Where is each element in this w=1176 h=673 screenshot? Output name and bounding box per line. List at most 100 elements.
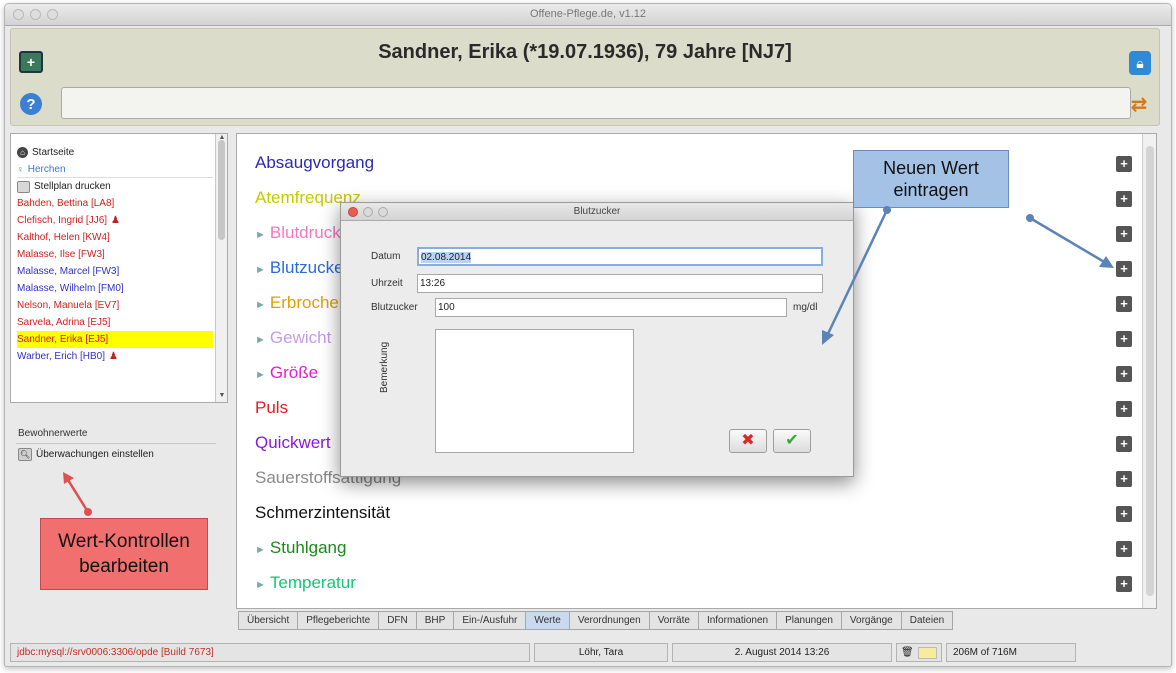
garbage-collect-button[interactable]: 🗑︎ (896, 643, 942, 662)
expand-icon[interactable]: ► (255, 334, 266, 346)
help-icon[interactable]: ? (20, 93, 42, 115)
tab-4[interactable]: Ein-/Ausfuhr (454, 611, 527, 630)
tab-8[interactable]: Informationen (698, 611, 778, 630)
expand-icon[interactable]: ► (255, 299, 266, 311)
station-item[interactable]: ♀ Herchen (17, 161, 213, 178)
expand-icon[interactable]: ► (255, 579, 266, 591)
callout-edit-controls: Wert-Kontrollen bearbeiten (40, 518, 208, 590)
tab-0[interactable]: Übersicht (238, 611, 299, 630)
window-title: Offene-Pflege.de, v1.12 (530, 8, 646, 20)
resident-list-item[interactable]: Clefisch, Ingrid [JJ6] ♟ (17, 212, 213, 229)
value-label: Puls (255, 398, 289, 417)
date-field[interactable]: 02.08.2014 (417, 247, 823, 266)
value-row[interactable]: ► Stuhlgang (255, 537, 401, 572)
lock-icon[interactable]: 🔒︎ (1129, 51, 1151, 75)
dialog-minimize-button[interactable] (363, 207, 373, 217)
value-label: Quickwert (255, 433, 331, 452)
unit-label: mg/dl (793, 302, 818, 313)
resident-list-item[interactable]: Malasse, Marcel [FW3] (17, 263, 213, 280)
add-value-button[interactable]: + (1116, 156, 1132, 172)
value-row[interactable]: Schmerzintensität (255, 502, 401, 537)
tab-6[interactable]: Verordnungen (569, 611, 650, 630)
tab-10[interactable]: Vorgänge (841, 611, 902, 630)
print-plan-label: Stellplan drucken (34, 181, 111, 192)
date-label: Datum (371, 251, 401, 262)
resident-list-item[interactable]: Nelson, Manuela [EV7] (17, 297, 213, 314)
tab-7[interactable]: Vorräte (649, 611, 699, 630)
time-field[interactable]: 13:26 (417, 274, 823, 293)
tab-1[interactable]: Pflegeberichte (298, 611, 380, 630)
add-value-button[interactable]: + (1116, 541, 1132, 557)
configure-monitoring-button[interactable]: 🔍︎ Überwachungen einstellen (18, 448, 154, 461)
module-tabs: Übersicht Pflegeberichte DFN BHP Ein-/Ausfuh… (238, 611, 954, 632)
blood-sugar-field[interactable]: 100 (435, 298, 787, 317)
resident-name: Malasse, Wilhelm [FM0] (17, 283, 124, 294)
cancel-button[interactable]: ✖ (729, 429, 767, 453)
add-value-button[interactable]: + (1116, 576, 1132, 592)
scroll-down-icon[interactable]: ▼ (216, 392, 228, 402)
values-scrollbar[interactable] (1142, 134, 1156, 608)
tab-3[interactable]: BHP (416, 611, 455, 630)
patient-name: Sandner, Erika (*19.07.1936), 79 Jahre [… (378, 41, 792, 63)
add-value-button[interactable]: + (1116, 296, 1132, 312)
add-value-button[interactable]: + (1116, 436, 1132, 452)
add-value-button[interactable]: + (1116, 226, 1132, 242)
cancel-icon: ✖ (741, 432, 755, 449)
callout-new-value-line2: eintragen (893, 180, 969, 200)
value-row[interactable]: Absaugvorgang (255, 152, 401, 187)
memory-bar (917, 646, 937, 659)
resident-name: Malasse, Marcel [FW3] (17, 266, 120, 277)
resident-name: Malasse, Ilse [FW3] (17, 249, 105, 260)
add-value-button[interactable]: + (1116, 506, 1132, 522)
resident-list-item[interactable]: Bahden, Bettina [LA8] (17, 195, 213, 212)
callout-edit-line2: bearbeiten (79, 556, 169, 577)
value-label: Absaugvorgang (255, 153, 375, 172)
expand-icon[interactable]: ► (255, 264, 266, 276)
resident-name: Warber, Erich [HB0] (17, 351, 105, 362)
db-connection-status: jdbc:mysql://srv0006:3306/opde [Build 76… (10, 643, 530, 662)
dialog-close-button[interactable] (348, 207, 358, 217)
remark-label: Bemerkung (379, 341, 390, 393)
sync-icon[interactable]: ⇄ (1127, 92, 1151, 116)
resident-list-scrollbar[interactable]: ▲ ▼ (215, 134, 227, 402)
tab-11[interactable]: Dateien (901, 611, 954, 630)
expand-icon[interactable]: ► (255, 544, 266, 556)
resident-name: Bahden, Bettina [LA8] (17, 198, 115, 209)
ok-button[interactable]: ✔ (773, 429, 811, 453)
scrollbar-thumb[interactable] (1146, 146, 1154, 596)
dialog-title: Blutzucker (341, 203, 853, 221)
tab-9[interactable]: Planungen (777, 611, 842, 630)
tab-2[interactable]: DFN (379, 611, 417, 630)
expand-icon[interactable]: ► (255, 229, 266, 241)
add-value-button[interactable]: + (1116, 331, 1132, 347)
resident-list-item[interactable]: Malasse, Ilse [FW3] (17, 246, 213, 263)
value-label: Stuhlgang (269, 538, 347, 557)
resident-list-item[interactable]: Malasse, Wilhelm [FM0] (17, 280, 213, 297)
add-value-button[interactable]: + (1116, 401, 1132, 417)
add-value-button[interactable]: + (1116, 261, 1132, 277)
expand-icon[interactable]: ► (255, 369, 266, 381)
resident-list-item[interactable]: Sarvela, Adrina [EJ5] (17, 314, 213, 331)
resident-list-item[interactable]: Warber, Erich [HB0] ♟ (17, 348, 213, 365)
home-link[interactable]: ⌂ Startseite (17, 144, 213, 161)
scrollbar-thumb[interactable] (218, 140, 225, 240)
value-row[interactable]: ► Temperatur (255, 572, 401, 607)
time-label: Uhrzeit (371, 278, 403, 289)
add-value-button[interactable]: + (1116, 191, 1132, 207)
value-label: Blutdruck (269, 223, 341, 242)
resident-name: Sarvela, Adrina [EJ5] (17, 317, 111, 328)
resident-list-item[interactable]: Sandner, Erika [EJ5] (17, 331, 213, 348)
tab-5[interactable]: Werte (526, 611, 570, 630)
print-plan-button[interactable]: Stellplan drucken (17, 178, 213, 195)
patient-header: + Sandner, Erika (*19.07.1936), 79 Jahre… (10, 28, 1160, 126)
resident-name: Sandner, Erika [EJ5] (17, 334, 109, 345)
search-input[interactable] (61, 87, 1131, 119)
dialog-zoom-button[interactable] (378, 207, 388, 217)
resident-list-item[interactable]: Kalthof, Helen [KW4] (17, 229, 213, 246)
trash-icon: 🗑︎ (901, 647, 914, 658)
add-value-button[interactable]: + (1116, 471, 1132, 487)
check-icon: ✔ (785, 432, 799, 449)
add-value-button[interactable]: + (1116, 366, 1132, 382)
resident-values-heading: Bewohnerwerte (18, 428, 88, 439)
remark-textarea[interactable] (435, 329, 634, 453)
